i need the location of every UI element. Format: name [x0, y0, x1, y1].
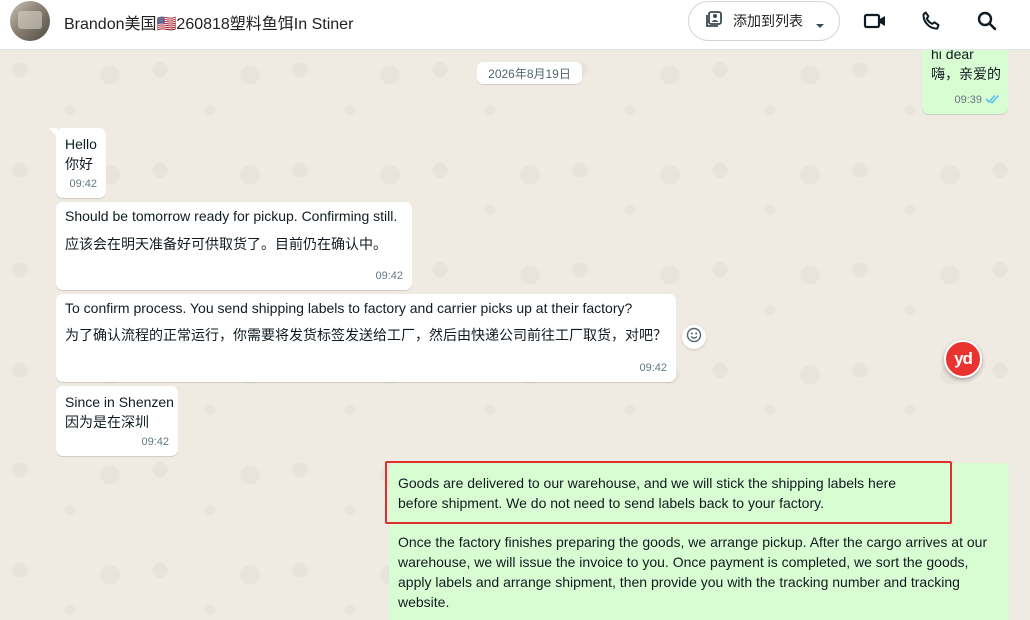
message-bubble-outgoing[interactable]: Once the factory finishes preparing the … — [389, 529, 1009, 620]
chat-panel[interactable]: 2026年8月19日 hi dear 嗨，亲爱的 09:39 Hello 你好 … — [0, 50, 1030, 620]
video-call-icon[interactable] — [863, 9, 887, 33]
double-check-icon — [985, 89, 1001, 109]
avatar[interactable] — [10, 1, 50, 41]
chat-header: Brandon美国🇺🇸260818塑料鱼饵In Stiner 添加到列表 — [0, 0, 1030, 50]
add-to-list-button[interactable]: 添加到列表 — [688, 1, 840, 41]
message-bubble-incoming[interactable]: To confirm process. You send shipping la… — [56, 294, 676, 382]
emoji-reaction-button[interactable] — [682, 325, 706, 349]
message-time: 09:39 — [954, 94, 982, 106]
message-text: Once the factory finishes preparing the … — [398, 534, 988, 610]
message-bubble-incoming[interactable]: Since in Shenzen 因为是在深圳 09:42 — [56, 386, 178, 456]
message-translation: 为了确认流程的正常运行，你需要将发货标签发送给工厂，然后由快递公司前往工厂取货，… — [65, 327, 667, 343]
message-translation: 应该会在明天准备好可供取货了。目前仍在确认中。 — [65, 236, 387, 252]
message-translation: 你好 — [65, 156, 93, 172]
message-translation: 嗨，亲爱的 — [931, 66, 1001, 82]
message-time: 09:42 — [639, 362, 667, 374]
message-text: Goods are delivered to our warehouse, an… — [398, 475, 897, 511]
add-to-list-label: 添加到列表 — [733, 13, 803, 29]
message-time: 09:42 — [69, 178, 97, 190]
list-add-icon — [705, 10, 723, 33]
yd-badge[interactable]: yd — [944, 340, 982, 378]
message-text: To confirm process. You send shipping la… — [65, 300, 633, 316]
emoji-icon — [686, 327, 702, 348]
bubble-tail — [49, 128, 57, 137]
phone-icon[interactable] — [919, 9, 943, 33]
message-text: hi dear — [931, 50, 974, 62]
message-text: Since in Shenzen — [65, 394, 174, 410]
chevron-down-icon — [815, 17, 825, 35]
message-bubble-outgoing[interactable]: Goods are delivered to our warehouse, an… — [389, 463, 1009, 529]
message-bubble-outgoing[interactable]: hi dear 嗨，亲爱的 09:39 — [922, 50, 1008, 114]
date-separator: 2026年8月19日 — [477, 62, 582, 84]
message-text: Hello — [65, 136, 97, 152]
message-text: Should be tomorrow ready for pickup. Con… — [65, 208, 398, 224]
message-bubble-incoming[interactable]: Should be tomorrow ready for pickup. Con… — [56, 202, 412, 290]
message-translation: 因为是在深圳 — [65, 414, 149, 430]
message-time: 09:42 — [141, 436, 169, 448]
contact-name[interactable]: Brandon美国🇺🇸260818塑料鱼饵In Stiner — [64, 10, 353, 34]
message-bubble-incoming[interactable]: Hello 你好 09:42 — [49, 128, 106, 198]
message-time: 09:42 — [375, 270, 403, 282]
search-icon[interactable] — [975, 9, 999, 33]
